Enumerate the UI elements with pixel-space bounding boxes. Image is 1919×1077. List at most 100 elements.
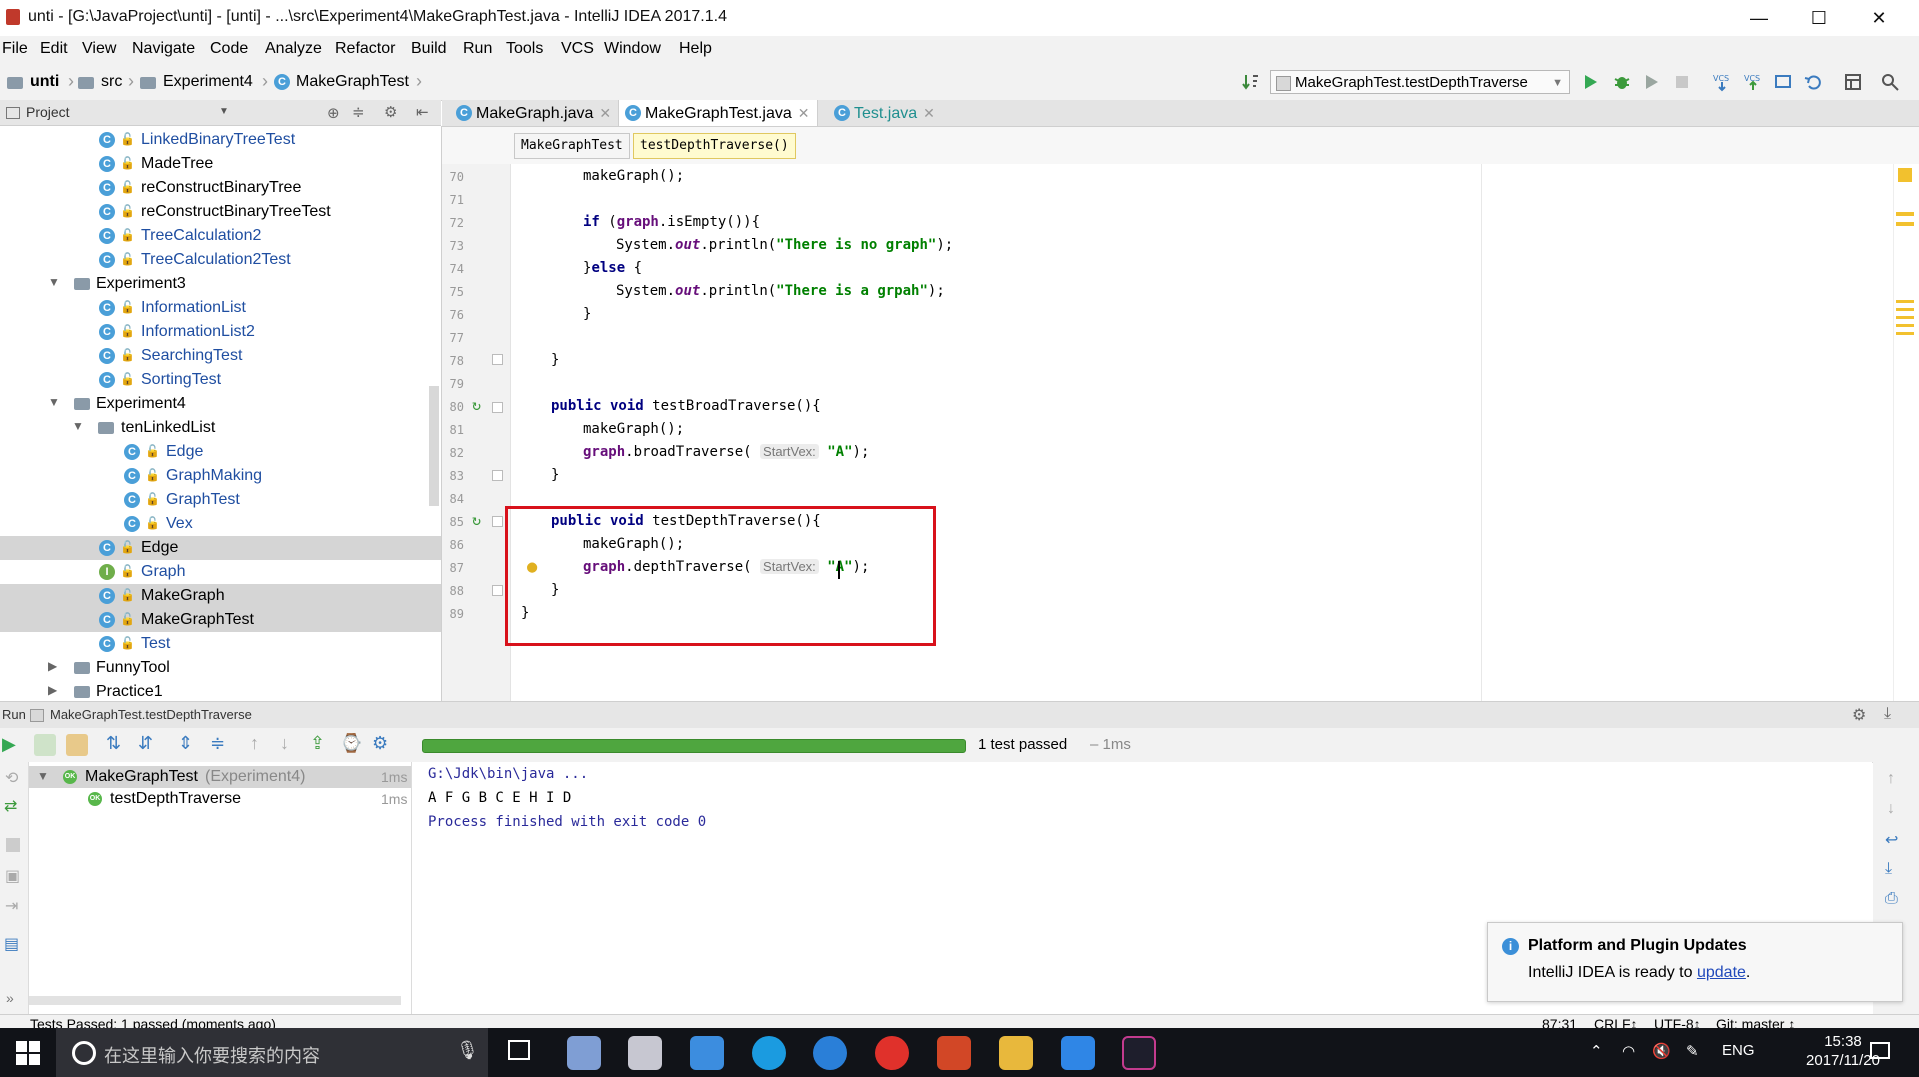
maximize-button[interactable]: ☐: [1796, 4, 1842, 32]
tree-item[interactable]: C 🔓 SortingTest: [0, 368, 441, 392]
notification-center-icon[interactable]: [1870, 1042, 1890, 1059]
breadcrumb-method-pill[interactable]: testDepthTraverse(): [633, 133, 796, 159]
tree-item[interactable]: C 🔓 Test: [0, 632, 441, 656]
tree-item[interactable]: I 🔓 Graph: [0, 560, 441, 584]
chevron-down-icon[interactable]: ▼: [219, 106, 229, 117]
exit-icon[interactable]: ⇥: [5, 896, 18, 916]
breadcrumb-package[interactable]: Experiment4: [163, 73, 253, 91]
fold-icon[interactable]: [492, 516, 503, 527]
previous-icon[interactable]: ↑: [250, 733, 259, 754]
chevron-down-icon[interactable]: ▼: [72, 419, 84, 433]
sort-down-icon[interactable]: [1240, 72, 1260, 92]
tree-item[interactable]: C 🔓 reConstructBinaryTree: [0, 176, 441, 200]
soft-wrap-icon[interactable]: ↩: [1885, 830, 1898, 850]
wifi-icon[interactable]: ◠: [1622, 1042, 1635, 1060]
task-view-icon[interactable]: [508, 1040, 530, 1060]
menu-navigate[interactable]: Navigate: [132, 40, 195, 58]
breadcrumb-src[interactable]: src: [101, 73, 122, 91]
menu-help[interactable]: Help: [679, 40, 712, 58]
run-test-icon[interactable]: ↻: [472, 511, 481, 529]
tree-item[interactable]: C 🔓 GraphTest: [0, 488, 441, 512]
vcs-commit-icon[interactable]: VCS: [1743, 72, 1763, 92]
taskbar-app-sogou-icon[interactable]: [813, 1036, 847, 1070]
close-icon[interactable]: ✕: [923, 105, 935, 121]
minimize-panel-icon[interactable]: ⤓: [1884, 705, 1891, 723]
breadcrumb-class[interactable]: MakeGraphTest: [296, 73, 409, 91]
expand-all-icon[interactable]: ⇕: [178, 733, 193, 754]
scroll-up-icon[interactable]: ↑: [1887, 770, 1895, 788]
run-panel-label[interactable]: Run: [2, 707, 26, 722]
close-icon[interactable]: ✕: [599, 105, 611, 121]
taskbar-app-paint-icon[interactable]: [567, 1036, 601, 1070]
next-icon[interactable]: ↓: [280, 733, 289, 754]
scroll-down-icon[interactable]: ↓: [1887, 800, 1895, 818]
tree-folder[interactable]: ▼ Experiment3: [0, 272, 441, 296]
close-icon[interactable]: ✕: [798, 105, 810, 121]
taskbar-search-box[interactable]: 在这里输入你要搜索的内容 🎙: [56, 1028, 488, 1077]
chevron-up-icon[interactable]: ⌃: [1590, 1042, 1603, 1060]
search-icon[interactable]: [1880, 72, 1900, 92]
pen-icon[interactable]: ✎: [1686, 1042, 1699, 1060]
chevron-down-icon[interactable]: ▼: [48, 275, 60, 289]
tree-item[interactable]: C 🔓 LinkedBinaryTreeTest: [0, 128, 441, 152]
menu-view[interactable]: View: [82, 40, 116, 58]
sort-duration-icon[interactable]: ⇵: [138, 733, 153, 754]
coverage-icon[interactable]: [1642, 72, 1662, 92]
sort-alpha-icon[interactable]: ⇅: [106, 733, 121, 754]
taskbar-app-browser-icon[interactable]: [752, 1036, 786, 1070]
stop-icon[interactable]: [6, 838, 20, 852]
tree-item[interactable]: C 🔓 InformationList: [0, 296, 441, 320]
print-icon[interactable]: ⎙: [1885, 890, 1898, 908]
tree-item[interactable]: C 🔓 TreeCalculation2: [0, 224, 441, 248]
test-row[interactable]: OK testDepthTraverse 1ms: [29, 788, 411, 810]
export-icon[interactable]: ⇪: [310, 733, 325, 754]
history-icon[interactable]: ⌚: [340, 733, 362, 754]
test-row[interactable]: ▼ OK MakeGraphTest (Experiment4) 1ms: [29, 766, 411, 788]
tree-folder[interactable]: ▶ FunnyTool: [0, 656, 441, 680]
taskbar-app-explorer-icon[interactable]: [999, 1036, 1033, 1070]
breadcrumb-class-pill[interactable]: MakeGraphTest: [514, 133, 630, 159]
revert-icon[interactable]: [1803, 72, 1823, 92]
tree-item[interactable]: C 🔓 Edge: [0, 440, 441, 464]
camera-icon[interactable]: ▣: [5, 866, 20, 886]
tab-test[interactable]: C Test.java ✕: [828, 100, 943, 126]
pin-icon[interactable]: ⟲: [5, 768, 18, 788]
show-passed-icon[interactable]: [34, 734, 56, 756]
taskbar-app-intellij-icon[interactable]: [1122, 1036, 1156, 1070]
taskbar-app-network-icon[interactable]: [690, 1036, 724, 1070]
menu-window[interactable]: Window: [604, 40, 661, 58]
tree-item[interactable]: C 🔓 MakeGraphTest: [0, 608, 441, 632]
tree-item[interactable]: C 🔓 TreeCalculation2Test: [0, 248, 441, 272]
restore-layout-icon[interactable]: ⇄: [4, 796, 17, 816]
layout-icon[interactable]: ▤: [4, 934, 19, 954]
menu-build[interactable]: Build: [411, 40, 447, 58]
vcs-update-icon[interactable]: VCS: [1712, 72, 1732, 92]
tree-item[interactable]: C 🔓 Vex: [0, 512, 441, 536]
tree-scrollbar[interactable]: [429, 386, 439, 506]
fold-icon[interactable]: [492, 585, 503, 596]
run-test-icon[interactable]: ↻: [472, 396, 481, 414]
menu-analyze[interactable]: Analyze: [265, 40, 322, 58]
minimize-button[interactable]: —: [1736, 4, 1782, 32]
tree-folder[interactable]: ▼ tenLinkedList: [0, 416, 441, 440]
hide-panel-icon[interactable]: ⇤: [416, 103, 429, 121]
tree-item[interactable]: C 🔓 MakeGraph: [0, 584, 441, 608]
tree-item[interactable]: C 🔓 SearchingTest: [0, 344, 441, 368]
run-icon[interactable]: [1580, 72, 1600, 92]
menu-run[interactable]: Run: [463, 40, 492, 58]
tree-item[interactable]: C 🔓 GraphMaking: [0, 464, 441, 488]
update-link[interactable]: update: [1697, 964, 1746, 981]
tree-item[interactable]: C 🔓 reConstructBinaryTreeTest: [0, 200, 441, 224]
gear-icon[interactable]: ⚙: [1852, 705, 1866, 725]
collapse-all-icon[interactable]: ≑: [210, 733, 225, 754]
taskbar-app-tool-icon[interactable]: [628, 1036, 662, 1070]
menu-vcs[interactable]: VCS: [561, 40, 594, 58]
chevron-right-icon[interactable]: ▶: [48, 659, 57, 673]
chevron-down-icon[interactable]: ▼: [37, 769, 49, 783]
tree-scrollbar[interactable]: [29, 996, 401, 1005]
menu-code[interactable]: Code: [210, 40, 248, 58]
show-ignored-icon[interactable]: [66, 734, 88, 756]
menu-refactor[interactable]: Refactor: [335, 40, 395, 58]
debug-icon[interactable]: [1612, 72, 1632, 92]
tree-item[interactable]: C 🔓 Edge: [0, 536, 441, 560]
